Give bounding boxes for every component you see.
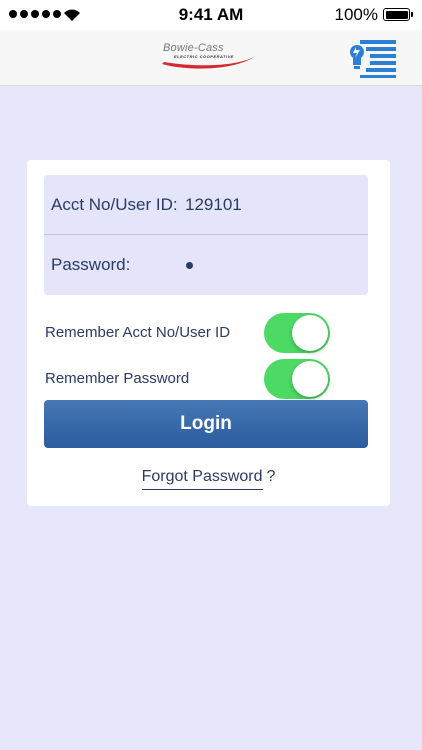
forgot-password-link[interactable]: Forgot Password — [141, 468, 263, 490]
nav-bar: Bowie-Cass ELECTRIC COOPERATIVE — [0, 30, 422, 86]
acct-label: Acct No/User ID: — [51, 194, 178, 214]
login-button[interactable]: Login — [44, 400, 368, 448]
toggle-knob — [292, 315, 328, 351]
credentials-group: Acct No/User ID: 129101 Password: — [44, 175, 368, 295]
password-field[interactable]: Password: — [44, 235, 368, 295]
remember-password-toggle[interactable] — [264, 359, 330, 399]
remember-acct-toggle[interactable] — [264, 313, 330, 353]
remember-acct-row: Remember Acct No/User ID — [45, 313, 365, 353]
forgot-question-mark: ? — [266, 468, 276, 485]
forgot-password-row: Forgot Password? — [27, 468, 390, 490]
toggle-knob — [292, 361, 328, 397]
logo-subtitle: ELECTRIC COOPERATIVE — [174, 54, 234, 59]
logo-name: Bowie-Cass — [163, 42, 224, 54]
bulb-list-icon[interactable] — [348, 38, 398, 78]
acct-field[interactable]: Acct No/User ID: 129101 — [44, 175, 368, 235]
status-bar: 9:41 AM 100% — [0, 0, 422, 30]
battery-percent: 100% — [334, 5, 378, 24]
password-label: Password: — [51, 255, 131, 274]
battery-icon — [383, 8, 413, 21]
remember-password-label: Remember Password — [45, 370, 190, 387]
password-input[interactable] — [186, 262, 193, 269]
login-card: Acct No/User ID: 129101 Password: Rememb… — [27, 160, 390, 506]
remember-password-row: Remember Password — [45, 359, 365, 399]
acct-input[interactable]: 129101 — [185, 195, 242, 215]
bowie-cass-logo: Bowie-Cass ELECTRIC COOPERATIVE — [160, 42, 260, 74]
remember-acct-label: Remember Acct No/User ID — [45, 324, 231, 341]
